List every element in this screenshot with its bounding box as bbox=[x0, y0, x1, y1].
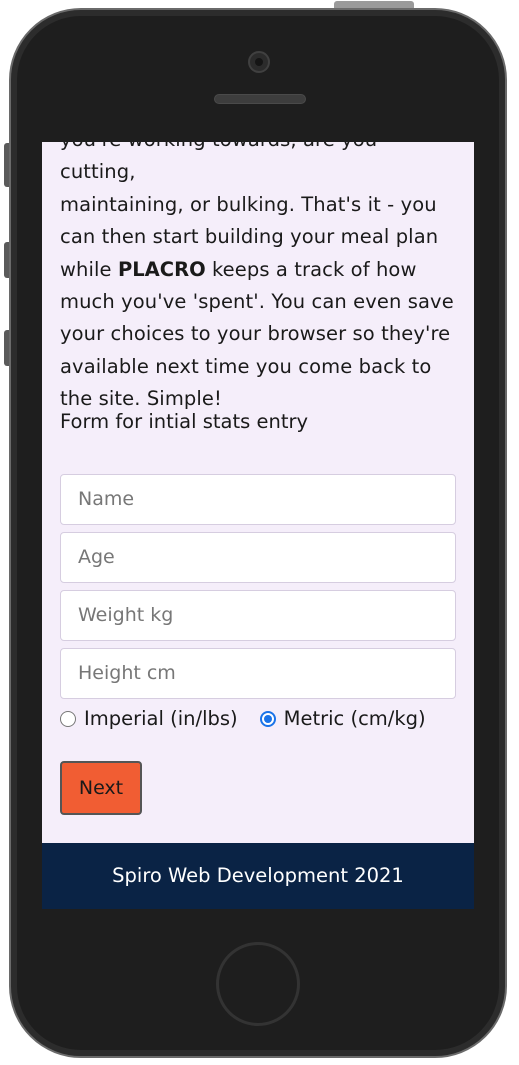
intro-line: can then start building your meal plan bbox=[60, 225, 439, 249]
intro-paragraph: you're working towards, are you cutting,… bbox=[60, 142, 456, 416]
intro-line: keeps a track of how bbox=[205, 257, 417, 281]
imperial-label[interactable]: Imperial (in/lbs) bbox=[84, 707, 238, 730]
height-input[interactable]: Height cm bbox=[60, 648, 456, 699]
home-button[interactable] bbox=[216, 942, 300, 1026]
intro-line: while bbox=[60, 257, 118, 281]
site-footer: Spiro Web Development 2021 bbox=[42, 843, 474, 909]
intro-line: you're working towards, are you cutting, bbox=[60, 142, 377, 184]
camera-icon bbox=[248, 51, 270, 73]
metric-radio[interactable] bbox=[259, 710, 276, 727]
unit-radio-group: Imperial (in/lbs) Metric (cm/kg) bbox=[60, 707, 426, 730]
imperial-radio[interactable] bbox=[60, 710, 76, 727]
brand-name: PLACRO bbox=[117, 257, 206, 281]
intro-text: you're working towards, are you cutting,… bbox=[60, 142, 456, 433]
phone-screen: you're working towards, are you cutting,… bbox=[42, 142, 474, 909]
intro-line: much you've 'spent'. You can even save bbox=[60, 290, 454, 314]
next-button[interactable]: Next bbox=[60, 761, 142, 815]
intro-line: available next time you come back to bbox=[60, 354, 432, 378]
intro-line: the site. Simple! bbox=[60, 387, 222, 411]
speaker-grille bbox=[214, 94, 306, 104]
intro-line: maintaining, or bulking. That's it - you bbox=[60, 192, 437, 216]
metric-label[interactable]: Metric (cm/kg) bbox=[284, 707, 426, 730]
form-title: Form for intial stats entry bbox=[60, 410, 309, 433]
intro-line: your choices to your browser so they're bbox=[60, 322, 451, 346]
weight-input[interactable]: Weight kg bbox=[60, 590, 456, 641]
name-input[interactable]: Name bbox=[60, 474, 456, 525]
age-input[interactable]: Age bbox=[60, 532, 456, 583]
